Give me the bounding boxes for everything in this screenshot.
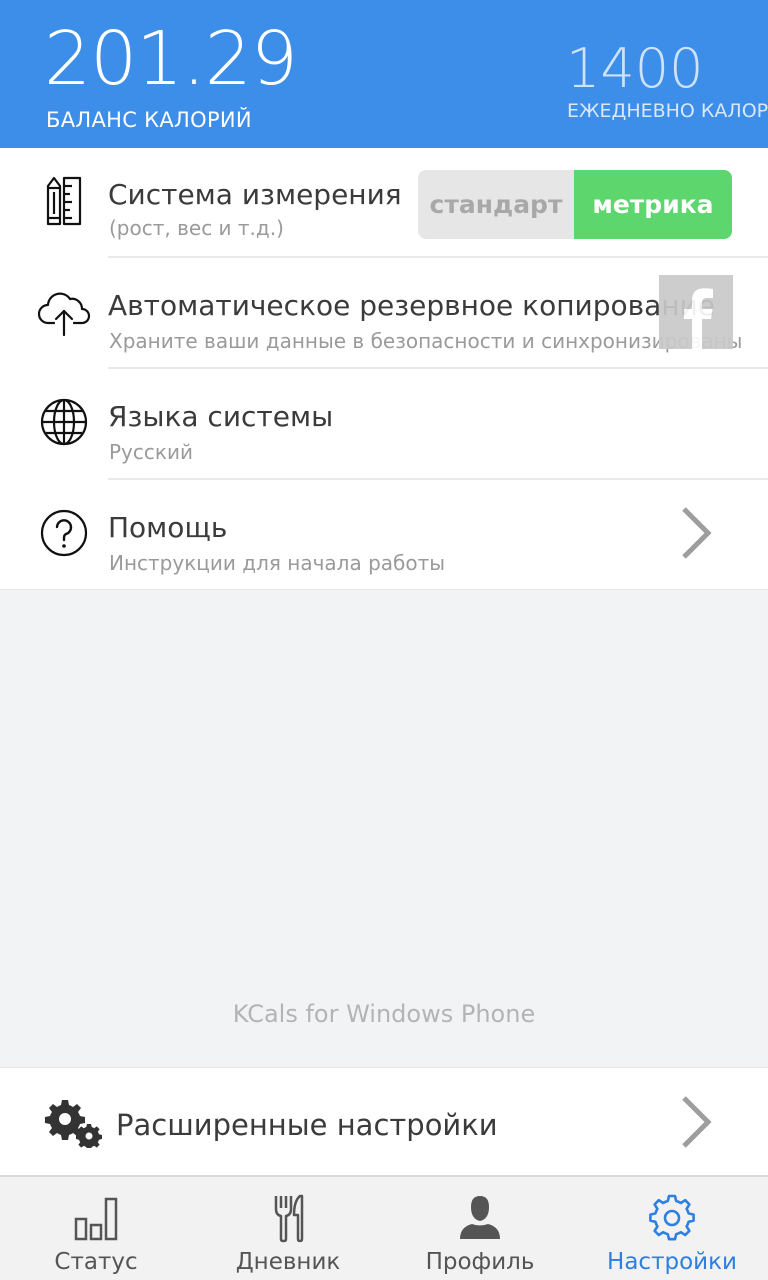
pencil-ruler-icon [46,176,82,226]
units-metric-option[interactable]: метрика [574,170,732,239]
system-language-value: Русский [109,440,193,464]
calorie-header: 201.29 БАЛАНС КАЛОРИЙ 1400 ЕЖЕДНЕВНО КАЛ… [0,0,768,148]
measurement-system-row: Система измерения (рост, вес и т.д.) ста… [0,148,768,258]
tab-profile[interactable]: Профиль [384,1177,576,1280]
tab-settings[interactable]: Настройки [576,1177,768,1280]
bar-chart-icon [74,1197,118,1241]
tab-diary-label: Дневник [235,1249,341,1275]
bottom-tab-bar: Статус Дневник Профиль Настройки [0,1175,768,1280]
advanced-settings-row[interactable]: Расширенные настройки [0,1067,768,1175]
facebook-button[interactable] [659,275,733,349]
divider [108,478,768,480]
advanced-settings-label: Расширенные настройки [116,1108,498,1142]
person-icon [460,1196,500,1239]
help-title: Помощь [108,511,228,544]
chevron-right-icon [682,1096,712,1148]
system-language-row[interactable]: Языка системы Русский [0,370,768,480]
tab-status[interactable]: Статус [0,1177,192,1280]
gears-icon [45,1100,102,1148]
system-language-title: Языка системы [108,400,334,433]
gear-icon [649,1194,695,1241]
calorie-balance-value: 201.29 [44,16,298,102]
units-toggle[interactable]: стандарт метрика [418,170,732,239]
auto-backup-title: Автоматическое резервное копирование [108,289,716,322]
divider [108,256,768,258]
tab-status-label: Статус [54,1249,138,1275]
measurement-system-title: Система измерения [108,178,402,211]
cloud-upload-icon [37,292,91,337]
divider [108,367,768,369]
calorie-balance-label: БАЛАНС КАЛОРИЙ [46,108,252,132]
tab-profile-label: Профиль [425,1249,535,1275]
units-standard-option[interactable]: стандарт [418,170,574,239]
chevron-right-icon [682,507,712,559]
help-subtitle: Инструкции для начала работы [109,551,446,575]
auto-backup-subtitle: Храните ваши данные в безопасности и син… [109,329,743,353]
tab-settings-label: Настройки [607,1249,737,1275]
measurement-system-subtitle: (рост, вес и т.д.) [109,216,284,240]
help-row[interactable]: Помощь Инструкции для начала работы [0,481,768,589]
daily-calories-value: 1400 [566,37,704,100]
app-footer-text: KCals for Windows Phone [232,1000,536,1028]
tab-diary[interactable]: Дневник [192,1177,384,1280]
question-circle-icon [40,509,88,557]
globe-icon [40,398,88,446]
auto-backup-row[interactable]: Автоматическое резервное копирование Хра… [0,259,768,369]
settings-list: Система измерения (рост, вес и т.д.) ста… [0,148,768,590]
facebook-icon [684,288,713,349]
fork-knife-icon [274,1194,304,1243]
daily-calories-label: ЕЖЕДНЕВНО КАЛОРИЙ [567,100,768,122]
